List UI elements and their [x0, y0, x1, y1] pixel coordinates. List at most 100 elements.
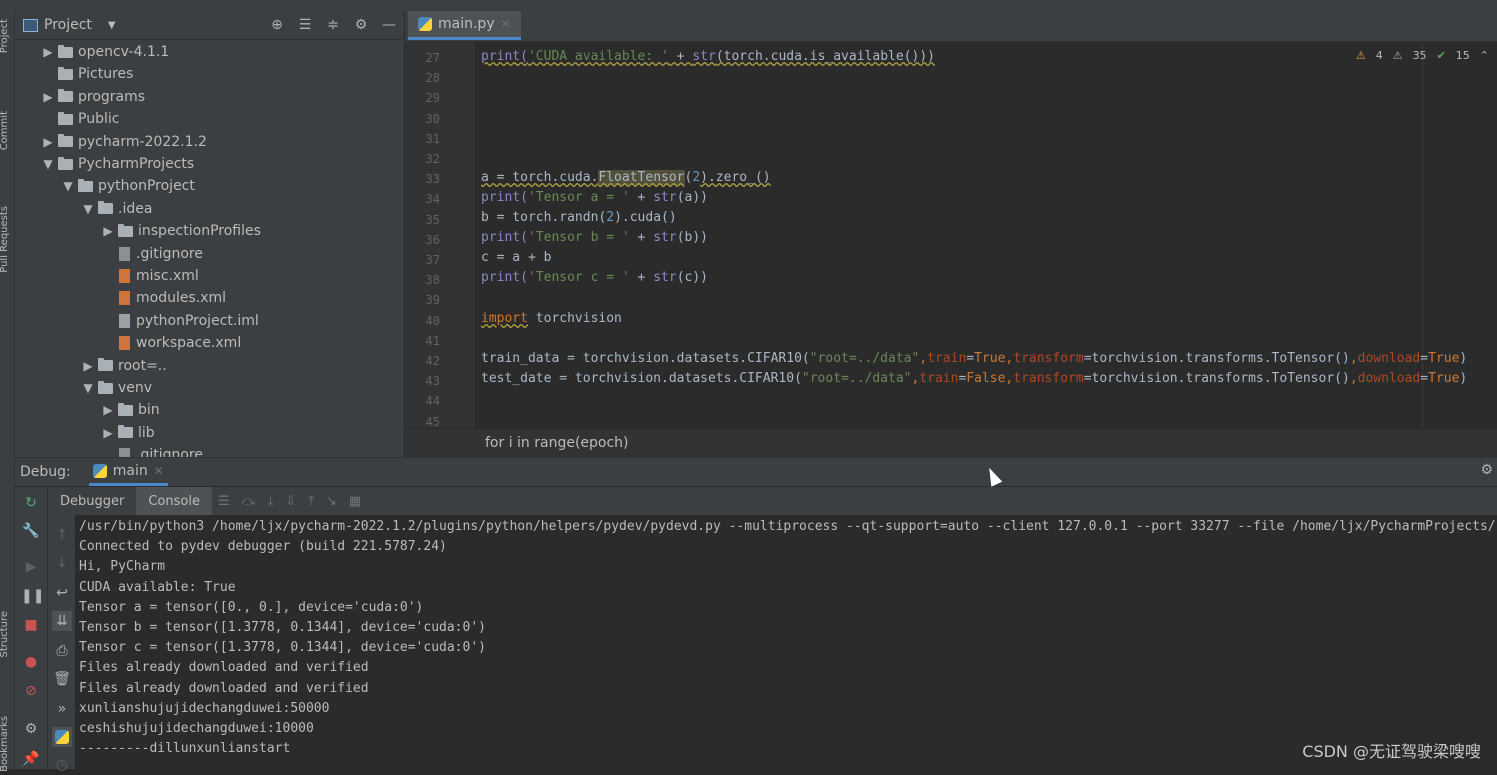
line-number: 29: [425, 91, 440, 106]
scroll-to-end-icon[interactable]: ⇊: [52, 611, 72, 631]
tool-tab-pull-requests[interactable]: Pull Requests: [0, 206, 10, 273]
print-icon[interactable]: ⎙: [52, 641, 72, 661]
tree-item[interactable]: Public: [41, 108, 119, 130]
gear-icon[interactable]: ⚙: [352, 16, 370, 34]
tree-item[interactable]: ▶ pycharm-2022.1.2: [41, 131, 207, 153]
debug-run-tab[interactable]: main ✕: [88, 458, 168, 486]
folder-icon: [98, 380, 113, 394]
line-number: 32: [425, 152, 440, 166]
show-command-line-icon[interactable]: »: [52, 699, 72, 719]
chevron-up-icon[interactable]: ⌃: [1480, 49, 1489, 62]
clock-icon[interactable]: ◷: [52, 755, 72, 775]
chevron-down-icon[interactable]: ▼: [81, 202, 95, 216]
inspection-widget[interactable]: ⚠ 4 ⚠ 35 ✔ 15 ⌃: [1356, 49, 1489, 62]
python-icon: [92, 463, 107, 478]
tree-item[interactable]: ▶ opencv-4.1.1: [41, 41, 169, 63]
folder-icon: [98, 201, 113, 215]
step-over-icon[interactable]: ⤼: [242, 494, 256, 509]
tree-item[interactable]: .gitignore: [101, 243, 203, 265]
tree-item[interactable]: Pictures: [41, 63, 133, 85]
run-to-cursor-icon[interactable]: ↘: [326, 494, 337, 509]
view-breakpoints-icon[interactable]: ●: [21, 652, 41, 672]
tree-item[interactable]: .gitignore: [101, 444, 203, 457]
close-icon[interactable]: ✕: [154, 464, 164, 478]
step-out-icon[interactable]: ⤒: [308, 494, 314, 509]
tool-tab-commit[interactable]: Commit: [0, 111, 10, 150]
settings-icon[interactable]: ⚙: [21, 719, 41, 739]
tree-item[interactable]: ▶ lib: [101, 422, 154, 444]
project-view-icon: [23, 18, 38, 32]
tree-item[interactable]: misc.xml: [101, 265, 199, 287]
tab-console[interactable]: Console: [136, 487, 212, 515]
tree-item-label: venv: [118, 380, 153, 396]
chevron-down-icon[interactable]: ▼: [61, 179, 75, 193]
line-number: 42: [425, 354, 440, 368]
rerun-icon[interactable]: ↻: [21, 493, 41, 513]
tool-tab-project[interactable]: Project: [0, 19, 10, 53]
chevron-down-icon[interactable]: ▼: [41, 157, 55, 171]
tree-item-label: programs: [78, 88, 146, 105]
pause-icon[interactable]: ❚❚: [21, 586, 44, 606]
tree-item-label: Pictures: [78, 66, 134, 83]
python-console-icon[interactable]: [52, 727, 72, 747]
step-into-icon[interactable]: ⤓: [268, 494, 274, 509]
evaluate-icon[interactable]: ▦: [349, 494, 361, 509]
code-line-36: print('Tensor b = ' + str(b)): [481, 230, 708, 245]
expand-all-icon[interactable]: ☰: [296, 16, 314, 34]
chevron-down-icon[interactable]: ▼: [81, 381, 95, 395]
debugger-tabs: Debugger Console ☰ ⤼ ⤓ ⇩ ⤒ ↘ ▦: [48, 487, 1497, 515]
chevron-down-icon[interactable]: ▼: [108, 20, 116, 31]
tree-item[interactable]: workspace.xml: [101, 332, 241, 354]
tab-debugger[interactable]: Debugger: [48, 487, 136, 515]
tree-item[interactable]: ▼ venv: [81, 377, 152, 399]
scroll-down-icon[interactable]: ↓: [52, 553, 72, 573]
chevron-right-icon[interactable]: ▶: [101, 403, 115, 417]
breadcrumb-label[interactable]: for i in range(epoch): [485, 435, 629, 451]
tree-item[interactable]: pythonProject.iml: [101, 310, 259, 332]
chevron-right-icon[interactable]: ▶: [41, 45, 55, 59]
resume-icon[interactable]: ▶: [21, 557, 41, 577]
tree-item[interactable]: ▶ inspectionProfiles: [101, 220, 261, 242]
project-panel-title[interactable]: Project: [44, 17, 92, 33]
chevron-right-icon[interactable]: ▶: [101, 224, 115, 238]
tab-main-py[interactable]: main.py ✕: [408, 11, 521, 40]
stop-icon[interactable]: ■: [21, 615, 41, 635]
tool-tab-structure[interactable]: Structure: [0, 611, 10, 658]
chevron-right-icon[interactable]: ▶: [41, 90, 55, 104]
chevron-right-icon[interactable]: ▶: [41, 135, 55, 149]
scroll-up-icon[interactable]: ↑: [52, 525, 72, 545]
chevron-right-icon[interactable]: ▶: [81, 359, 95, 373]
breadcrumb[interactable]: for i in range(epoch): [405, 429, 1497, 458]
minimize-icon[interactable]: —: [380, 16, 398, 34]
mute-breakpoints-icon[interactable]: ⊘: [21, 681, 41, 701]
tree-item[interactable]: ▼ PycharmProjects: [41, 153, 194, 175]
line-number: 45: [425, 414, 440, 429]
folder-icon: [118, 425, 133, 439]
tree-item[interactable]: ▶ programs: [41, 86, 145, 108]
tree-item[interactable]: ▼ .idea: [81, 198, 152, 220]
tree-item[interactable]: ▼ pythonProject: [61, 175, 195, 197]
tree-item[interactable]: ▶ root=..: [81, 355, 166, 377]
menu-icon[interactable]: ☰: [218, 494, 230, 509]
tree-item[interactable]: modules.xml: [101, 287, 226, 309]
debug-panel-header: Debug: main ✕ ⚙: [15, 457, 1497, 486]
collapse-all-icon[interactable]: ≑: [324, 16, 342, 34]
pin-icon[interactable]: 📌: [21, 749, 41, 769]
close-icon[interactable]: ✕: [501, 17, 511, 31]
tree-item[interactable]: ▶ bin: [101, 399, 159, 421]
folder-icon: [58, 111, 73, 125]
trash-icon[interactable]: 🗑: [52, 669, 72, 689]
step-into-my-code-icon[interactable]: ⇩: [285, 494, 296, 509]
line-number: 27: [425, 51, 440, 65]
chevron-right-icon[interactable]: ▶: [101, 426, 115, 440]
line-number: 38: [425, 273, 440, 288]
wrench-icon[interactable]: 🔧: [21, 521, 41, 541]
console-output[interactable]: /usr/bin/python3 /home/ljx/pycharm-2022.…: [76, 515, 1497, 769]
console-line: Files already downloaded and verified: [79, 660, 369, 676]
warnings-count: 4: [1375, 49, 1383, 62]
console-line: ceshishujujidechangduwei:10000: [79, 721, 314, 736]
gear-icon[interactable]: ⚙: [1480, 462, 1493, 478]
locate-icon[interactable]: ⊕: [268, 16, 286, 34]
soft-wrap-icon[interactable]: ↩: [52, 583, 72, 603]
tool-tab-bookmarks[interactable]: Bookmarks: [0, 716, 10, 772]
